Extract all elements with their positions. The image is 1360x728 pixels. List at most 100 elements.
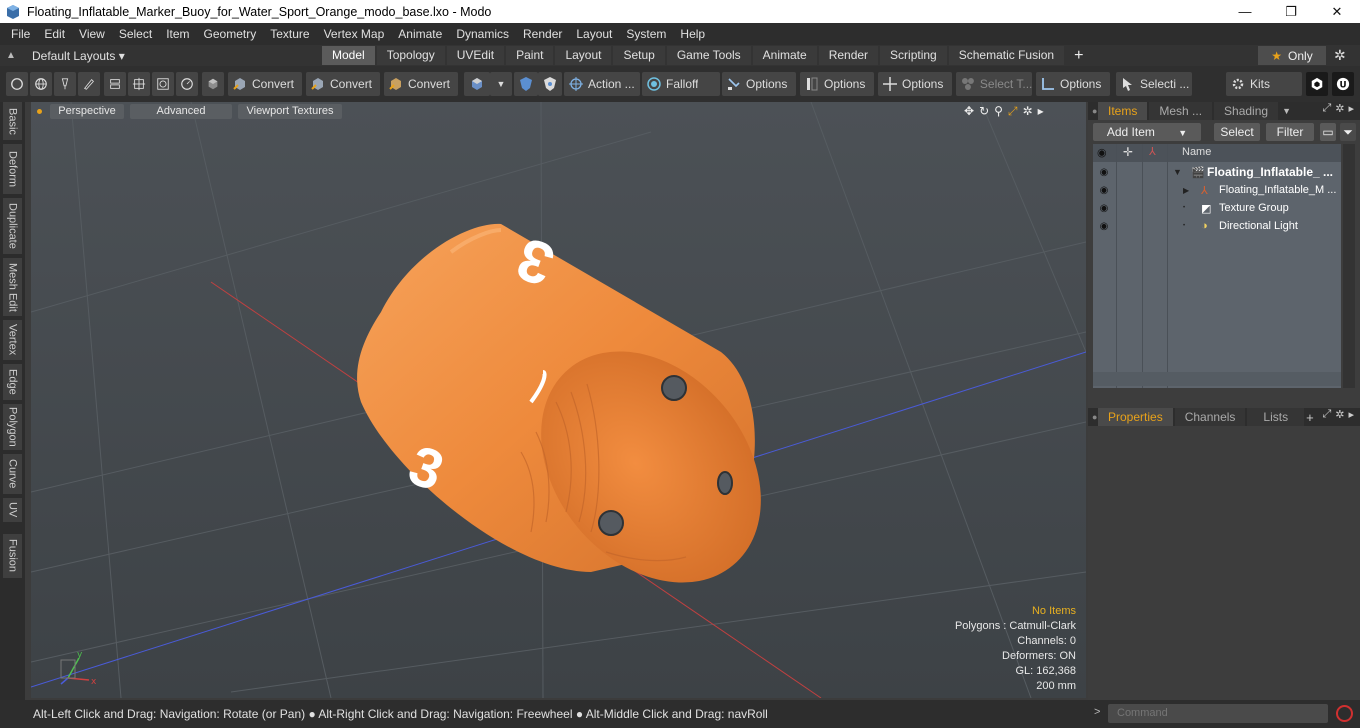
record-macro-icon[interactable] — [1336, 705, 1353, 722]
menu-select[interactable]: Select — [112, 27, 159, 41]
convert-button-3[interactable]: Convert — [384, 72, 458, 96]
mesh-cube-button[interactable] — [464, 72, 490, 96]
selection-button[interactable]: Selecti ... — [1116, 72, 1192, 96]
perspective-dropdown[interactable]: Perspective — [50, 104, 124, 119]
menu-animate[interactable]: Animate — [391, 27, 449, 41]
action-center-button[interactable]: Action ... — [564, 72, 640, 96]
tab-deform[interactable]: Deform — [3, 144, 22, 194]
viewport-settings-icon[interactable]: ✲ — [1023, 104, 1033, 119]
tab-mesh-edit[interactable]: Mesh Edit — [3, 258, 22, 316]
command-input[interactable] — [1108, 704, 1328, 723]
polygons-button[interactable] — [128, 72, 150, 96]
tab-scripting[interactable]: Scripting — [880, 46, 947, 65]
items-horizontal-scrollbar[interactable] — [1093, 372, 1341, 386]
menu-dynamics[interactable]: Dynamics — [449, 27, 516, 41]
kits-button[interactable]: Kits — [1226, 72, 1302, 96]
tab-animate[interactable]: Animate — [752, 46, 817, 65]
command-history-icon[interactable]: > — [1094, 706, 1100, 718]
tab-channels[interactable]: Channels — [1174, 408, 1246, 426]
items-button[interactable] — [152, 72, 174, 96]
move-view-icon[interactable]: ✥ — [964, 104, 974, 119]
close-button[interactable]: ✕ — [1314, 0, 1360, 23]
panel-gear-icon[interactable]: ✲ — [1335, 408, 1344, 421]
tab-topology[interactable]: Topology — [376, 46, 445, 65]
type-column-icon[interactable]: ⅄ — [1149, 145, 1156, 158]
gear-icon[interactable]: ✲ — [1334, 47, 1346, 64]
menu-help[interactable]: Help — [673, 27, 712, 41]
viewport-textures-dropdown[interactable]: Viewport Textures — [238, 104, 342, 119]
add-item-button[interactable]: Add Item ▼ — [1093, 123, 1201, 141]
panel-grip-icon[interactable]: ● — [1088, 412, 1098, 422]
zoom-view-icon[interactable]: ⚲ — [994, 104, 1003, 119]
item-row-mesh[interactable]: ◉ ▶ ⅄ Floating_Inflatable_M ... — [1093, 181, 1341, 199]
tab-setup[interactable]: Setup — [613, 46, 665, 65]
tab-shading[interactable]: Shading — [1214, 102, 1279, 120]
visibility-column-icon[interactable]: ◉ — [1097, 146, 1107, 159]
menu-file[interactable]: File — [4, 27, 37, 41]
filter-button[interactable]: Filter — [1266, 123, 1314, 141]
options-button-3[interactable]: Options — [878, 72, 952, 96]
collapse-arrow-icon[interactable]: ▶ — [1183, 186, 1189, 195]
tab-items[interactable]: Items — [1098, 102, 1148, 120]
menu-layout[interactable]: Layout — [569, 27, 619, 41]
menu-render[interactable]: Render — [516, 27, 569, 41]
convert-button-1[interactable]: Convert — [228, 72, 302, 96]
unreal-button[interactable]: U — [1332, 72, 1354, 96]
unity-button[interactable] — [1306, 72, 1328, 96]
lock-column-icon[interactable]: ✛ — [1123, 145, 1133, 159]
tab-vertex[interactable]: Vertex — [3, 320, 22, 360]
tab-mesh[interactable]: Mesh ... — [1149, 102, 1213, 120]
menu-system[interactable]: System — [619, 27, 673, 41]
default-layouts-dropdown[interactable]: Default Layouts ▾ — [32, 49, 322, 63]
workplane-button[interactable] — [538, 72, 562, 96]
eye-icon[interactable]: ◉ — [1097, 203, 1111, 214]
options-button-1[interactable]: Options — [722, 72, 796, 96]
falloff-button[interactable]: Falloff — [642, 72, 720, 96]
menu-item[interactable]: Item — [159, 27, 196, 41]
menu-edit[interactable]: Edit — [37, 27, 72, 41]
menu-texture[interactable]: Texture — [263, 27, 316, 41]
expand-panel-icon[interactable]: ⤢ — [1322, 102, 1331, 115]
tab-uv[interactable]: UV — [3, 498, 22, 522]
menu-vertex-map[interactable]: Vertex Map — [317, 27, 392, 41]
tab-basic[interactable]: Basic — [3, 102, 22, 140]
select-globe-button[interactable] — [30, 72, 52, 96]
eye-icon[interactable]: ◉ — [1097, 167, 1111, 178]
tab-duplicate[interactable]: Duplicate — [3, 198, 22, 254]
edges-button[interactable] — [104, 72, 126, 96]
pen-tool-button[interactable] — [54, 72, 76, 96]
tab-schematic-fusion[interactable]: Schematic Fusion — [948, 46, 1065, 65]
funnel-button[interactable]: ⏷ — [1340, 123, 1356, 141]
advanced-dropdown[interactable]: Advanced — [130, 104, 232, 119]
select-button[interactable]: Select — [1214, 123, 1260, 141]
tab-game-tools[interactable]: Game Tools — [666, 46, 751, 65]
select-through-button[interactable]: Select T... — [956, 72, 1032, 96]
tab-model[interactable]: Model — [322, 46, 375, 65]
solid-cube-button[interactable] — [202, 72, 224, 96]
only-toggle[interactable]: ★ Only — [1258, 46, 1326, 65]
items-vertical-scrollbar[interactable] — [1343, 144, 1355, 388]
tab-curve[interactable]: Curve — [3, 454, 22, 494]
tab-lists[interactable]: Lists — [1247, 408, 1305, 426]
tab-fusion[interactable]: Fusion — [3, 534, 22, 578]
options-button-4[interactable]: Options — [1036, 72, 1110, 96]
eye-icon[interactable]: ◉ — [1097, 185, 1111, 196]
eye-icon[interactable]: ◉ — [1097, 221, 1111, 232]
layout-collapse-icon[interactable]: ▲ — [0, 50, 22, 61]
panel-more-icon[interactable]: ▸ — [1348, 408, 1354, 421]
select-vertices-button[interactable] — [6, 72, 28, 96]
mesh-dropdown[interactable]: ▼ — [490, 72, 512, 96]
maximize-button[interactable]: ❐ — [1268, 0, 1314, 23]
options-button-2[interactable]: Options — [800, 72, 874, 96]
item-row-directional-light[interactable]: ◉ • ◑ Directional Light — [1093, 217, 1341, 235]
fit-view-icon[interactable]: ⤢ — [1008, 104, 1018, 119]
tab-properties[interactable]: Properties — [1098, 408, 1173, 426]
materials-button[interactable] — [176, 72, 198, 96]
tab-edge[interactable]: Edge — [3, 364, 22, 400]
expand-panel-icon[interactable]: ⤢ — [1322, 408, 1331, 421]
tab-polygon[interactable]: Polygon — [3, 404, 22, 450]
shading-dropdown-icon[interactable]: ▼ — [1282, 106, 1291, 116]
symmetry-button[interactable] — [514, 72, 538, 96]
convert-button-2[interactable]: Convert — [306, 72, 380, 96]
menu-geometry[interactable]: Geometry — [197, 27, 264, 41]
